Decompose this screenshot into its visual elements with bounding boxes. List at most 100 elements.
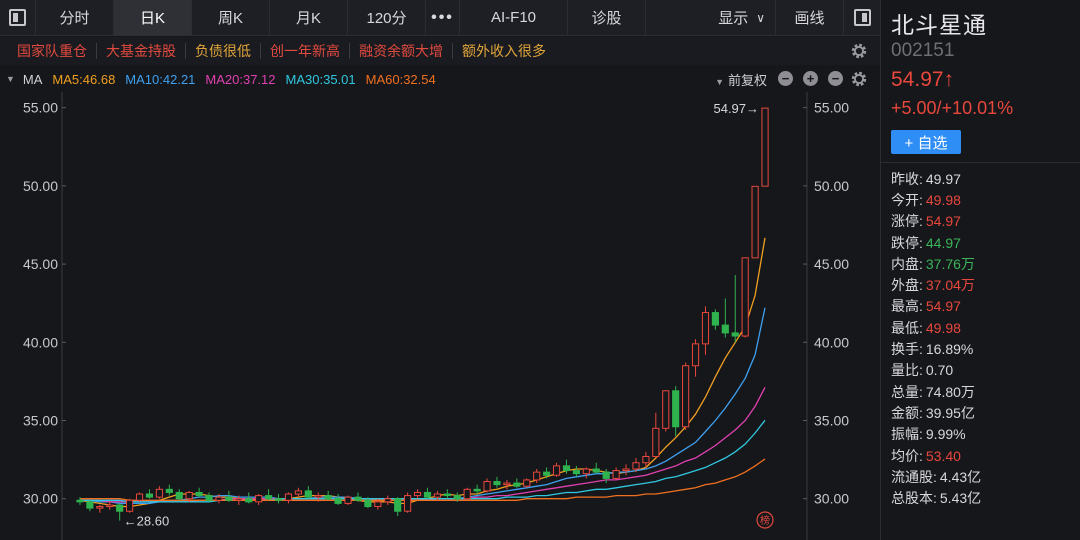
candle-up [463, 488, 471, 500]
candle-up [582, 468, 590, 475]
stat-label: 跌停: [891, 234, 923, 251]
y-tick-label-right: 30.00 [814, 491, 849, 507]
candle-up [155, 488, 163, 498]
ma30-line [80, 419, 766, 503]
tab-monthly-k[interactable]: 月K [270, 0, 348, 35]
stat-row: 最高: 54.97 [891, 296, 1077, 317]
candle-down [205, 495, 213, 501]
candle-down [225, 496, 233, 501]
zoom-out-icon[interactable]: − [778, 71, 793, 86]
stat-label: 最低: [891, 319, 923, 336]
candle-up [294, 490, 302, 495]
gear-icon[interactable] [850, 42, 868, 60]
indicator-settings-icon[interactable] [850, 70, 868, 88]
stat-row: 量比: 0.70 [891, 360, 1077, 381]
candle-down [721, 324, 729, 334]
tag-margin-increase[interactable]: 融资余额大增 [350, 43, 453, 59]
min-price-label: ←28.60 [124, 514, 170, 529]
stat-label: 流通股: [891, 468, 937, 485]
stat-row: 总股本: 5.43亿 [891, 487, 1077, 508]
ma-title[interactable]: MA [23, 72, 43, 87]
tab-weekly-k[interactable]: 周K [192, 0, 270, 35]
ai-f10-button[interactable]: AI-F10 [460, 0, 568, 35]
candle-up [96, 506, 104, 509]
stat-value: 53.40 [925, 447, 961, 464]
stat-value: 49.98 [925, 319, 961, 336]
ma5-label: MA5:46.68 [52, 71, 116, 87]
tag-year-high[interactable]: 创一年新高 [261, 43, 350, 59]
tab-intraday[interactable]: 分时 [36, 0, 114, 35]
tag-low-debt[interactable]: 负债很低 [186, 43, 261, 59]
remove-indicator-icon[interactable]: − [828, 71, 843, 86]
tag-national-team[interactable]: 国家队重仓 [8, 43, 97, 59]
right-panel-toggle[interactable] [844, 0, 880, 35]
stat-row: 涨停: 54.97 [891, 211, 1077, 232]
candle-down [672, 390, 680, 428]
candle-down [572, 470, 580, 475]
stat-value: 49.98 [925, 191, 961, 208]
tag-extra-income[interactable]: 额外收入很多 [453, 43, 555, 59]
candle-up [523, 479, 531, 487]
stat-row: 均价: 53.40 [891, 445, 1077, 466]
candle-down [513, 482, 521, 487]
stock-code: 002151 [891, 40, 955, 61]
candle-up [652, 427, 660, 457]
y-tick-label-left: 40.00 [23, 334, 58, 350]
stat-row: 振幅: 9.99% [891, 424, 1077, 445]
ma10-label: MA10:42.21 [125, 71, 196, 87]
tab-120min[interactable]: 120分 [348, 0, 426, 35]
display-dropdown[interactable]: 显示 ∨ [646, 0, 776, 35]
candle-down [493, 481, 501, 486]
left-panel-toggle[interactable] [0, 0, 36, 35]
stat-row: 总量: 74.80万 [891, 381, 1077, 402]
stat-row: 最低: 49.98 [891, 317, 1077, 338]
candle-down [562, 465, 571, 472]
kline-chart[interactable]: 55.00 55.00 50.00 50.00 45.00 45.00 40.00 40.00… [0, 92, 880, 540]
adjust-dropdown[interactable]: ▼ 前复权 [715, 70, 767, 89]
stat-label: 最高: [891, 298, 923, 315]
collapse-caret-icon[interactable]: ▼ [6, 74, 15, 84]
candle-up [106, 504, 114, 508]
more-options-button[interactable]: ••• [426, 0, 460, 35]
stat-label: 昨收: [891, 170, 923, 187]
ma5-line [79, 237, 766, 508]
stat-value: 16.89% [925, 341, 974, 358]
y-tick-label-right: 45.00 [814, 256, 849, 272]
stat-label: 振幅: [891, 426, 923, 443]
stat-label: 量比: [891, 362, 923, 379]
candle-up [433, 493, 441, 498]
candle-down [116, 504, 124, 512]
y-tick-label-right: 35.00 [814, 413, 849, 429]
zoom-in-icon[interactable]: + [803, 71, 818, 86]
panel-right-icon [853, 9, 871, 26]
y-tick-label-right: 40.00 [814, 334, 849, 350]
candle-up [185, 491, 193, 500]
candle-down [394, 498, 402, 512]
tag-big-fund[interactable]: 大基金持股 [97, 43, 186, 59]
stat-value: 74.80万 [925, 383, 975, 400]
candle-down [731, 332, 739, 337]
candle-down [175, 491, 183, 500]
adjust-label: 前复权 [727, 73, 767, 88]
stat-row: 昨收: 49.97 [891, 168, 1077, 189]
panel-left-icon [9, 9, 26, 26]
ma60-label: MA60:32.54 [365, 71, 436, 87]
stat-label: 均价: [891, 447, 923, 464]
draw-line-button[interactable]: 画线 [776, 0, 844, 35]
candle-up [374, 501, 382, 508]
candle-up [384, 498, 392, 503]
y-tick-label-left: 55.00 [23, 100, 58, 116]
candle-up [135, 493, 144, 501]
candle-down [423, 491, 432, 498]
tab-daily-k[interactable]: 日K [114, 0, 192, 35]
y-tick-label-left: 50.00 [23, 178, 58, 194]
ma20-label: MA20:37.12 [205, 71, 276, 87]
candle-up [552, 465, 561, 476]
candle-down [443, 493, 451, 497]
stat-label: 内盘: [891, 255, 923, 272]
diagnose-button[interactable]: 诊股 [568, 0, 646, 35]
stat-label: 今开: [891, 191, 923, 208]
candle-down [453, 495, 461, 500]
candle-up [761, 107, 769, 187]
add-watchlist-button[interactable]: + 自选 [891, 130, 961, 154]
